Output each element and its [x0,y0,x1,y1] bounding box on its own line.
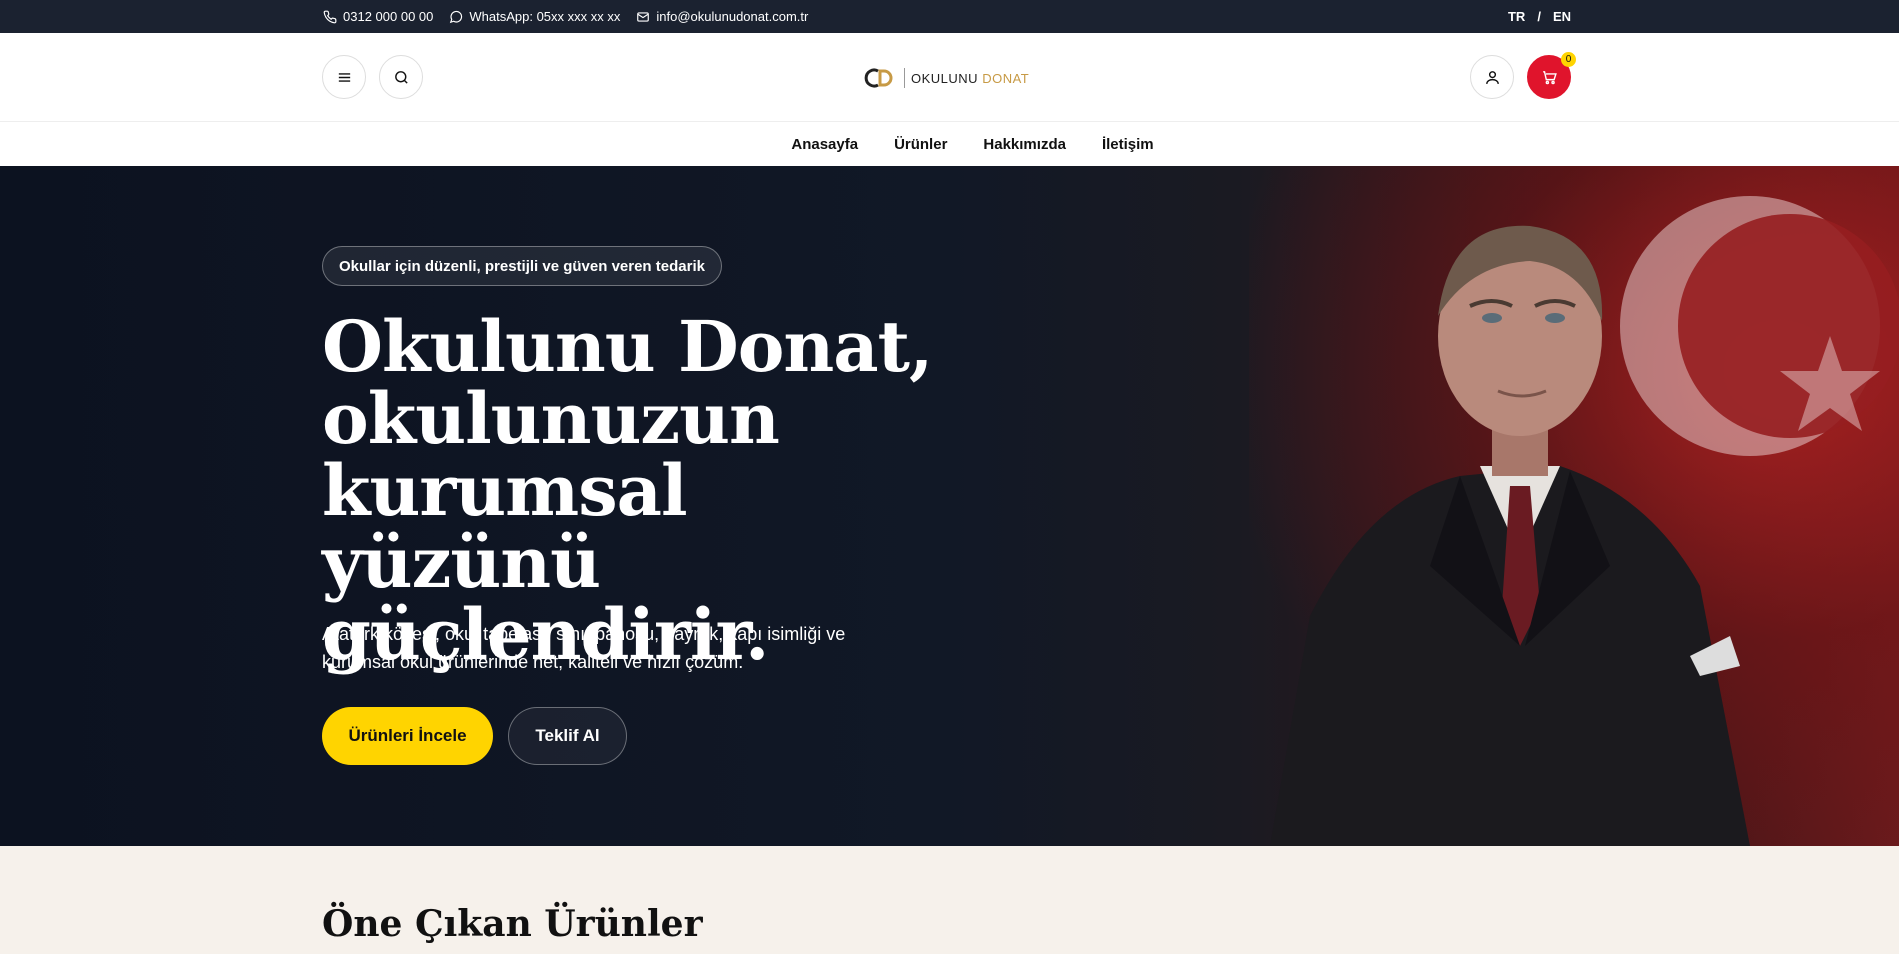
get-quote-button[interactable]: Teklif Al [508,707,627,765]
menu-button[interactable] [322,55,366,99]
lang-en[interactable]: EN [1553,9,1571,24]
browse-products-button[interactable]: Ürünleri İncele [322,707,493,765]
nav-item-about[interactable]: Hakkımızda [983,136,1066,153]
hero-section: Okullar için düzenli, prestijli ve güven… [0,166,1899,846]
nav-item-contact[interactable]: İletişim [1102,136,1154,153]
phone-text: 0312 000 00 00 [343,9,434,24]
hero-badge: Okullar için düzenli, prestijli ve güven… [322,246,722,286]
language-switcher: TR / EN [1508,0,1571,33]
portrait-image [1270,196,1899,846]
top-bar: 0312 000 00 00 WhatsApp: 05xx xxx xx xx … [0,0,1899,33]
account-button[interactable] [1470,55,1514,99]
featured-products-title: Öne Çıkan Ürünler [322,903,703,945]
hero-title: Okulunu Donat, okulunuzun kurumsal yüzün… [322,305,933,676]
cart-icon [1542,70,1557,84]
cart-count-badge: 0 [1561,52,1576,67]
email-link[interactable]: info@okulunudonat.com.tr [636,9,808,24]
logo-word-2: DONAT [982,70,1030,86]
phone-link[interactable]: 0312 000 00 00 [323,9,433,24]
phone-icon [323,10,337,23]
mail-icon [637,11,650,22]
search-button[interactable] [379,55,423,99]
logo-mark-icon [864,68,893,88]
logo-wordmark: OKULUNU DONAT [911,71,1029,86]
nav-item-home[interactable]: Anasayfa [791,136,858,153]
search-icon [394,70,408,84]
whatsapp-link[interactable]: WhatsApp: 05xx xxx xx xx [449,9,620,24]
email-text: info@okulunudonat.com.tr [656,9,809,24]
whatsapp-text: WhatsApp: 05xx xxx xx xx [469,9,621,24]
whatsapp-icon [450,10,463,23]
logo-divider [904,68,905,88]
main-nav: Anasayfa Ürünler Hakkımızda İletişim [0,122,1899,166]
contact-info: 0312 000 00 00 WhatsApp: 05xx xxx xx xx … [323,0,808,33]
logo-word-1: OKULUNU [911,70,979,86]
lang-tr[interactable]: TR [1508,9,1525,24]
hero-subtitle: Atatürk köşesi, okul tabelası, sınıf pan… [322,624,846,672]
header: OKULUNU DONAT 0 [0,33,1899,122]
nav-item-products[interactable]: Ürünler [894,136,947,153]
hamburger-icon [338,72,350,82]
logo[interactable]: OKULUNU DONAT [862,66,1029,90]
user-icon [1485,70,1499,84]
lang-separator: / [1537,9,1541,24]
